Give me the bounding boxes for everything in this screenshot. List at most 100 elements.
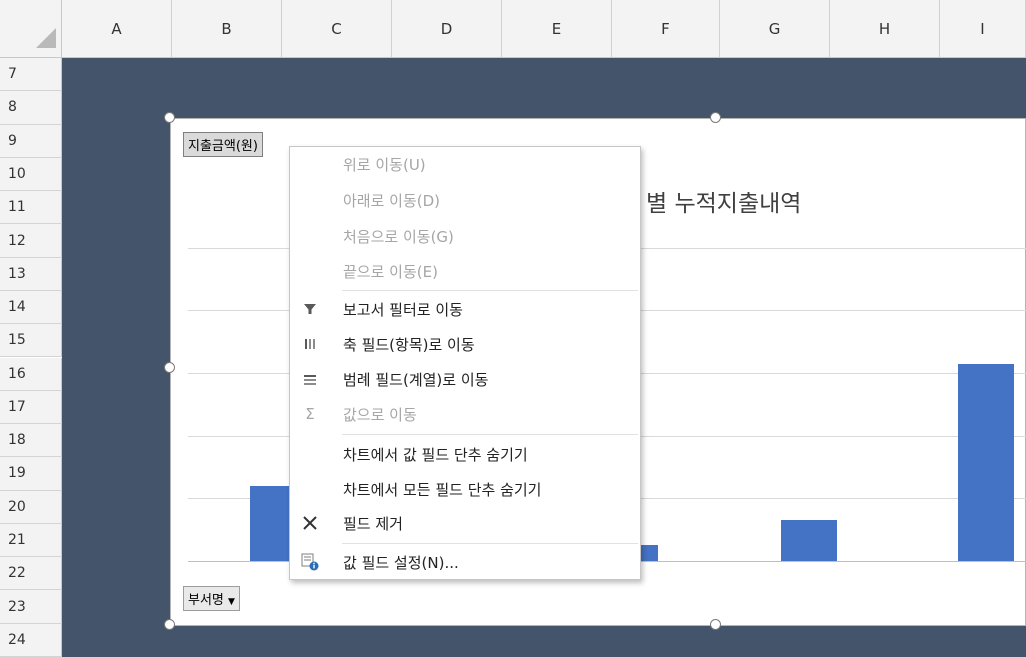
row-header-10[interactable]: 10	[0, 157, 62, 192]
menu-item-label: 위로 이동(U)	[343, 155, 426, 174]
chart-bar[interactable]	[958, 364, 1014, 561]
menu-separator	[342, 434, 638, 435]
row-header-label: 15	[8, 332, 26, 349]
column-header-a[interactable]: A	[62, 0, 172, 58]
menu-item-hide-value-field-buttons[interactable]: 차트에서 값 필드 단추 숨기기	[290, 437, 640, 471]
row-header-label: 23	[8, 598, 26, 615]
row-header-label: 10	[8, 165, 26, 182]
menu-item-hide-all-field-buttons[interactable]: 차트에서 모든 필드 단추 숨기기	[290, 472, 640, 506]
resize-handle-top-left[interactable]	[164, 112, 175, 123]
menu-item-label: 처음으로 이동(G)	[343, 227, 454, 246]
row-header-7[interactable]: 7	[0, 58, 62, 92]
menu-separator	[342, 290, 638, 291]
row-header-label: 18	[8, 432, 26, 449]
row-header-22[interactable]: 22	[0, 557, 62, 591]
menu-item-label: 차트에서 값 필드 단추 숨기기	[343, 445, 528, 464]
menu-item-label: 범례 필드(계열)로 이동	[343, 370, 489, 389]
chart-bar[interactable]	[250, 486, 290, 561]
chart-title[interactable]: 별 누적지출내역	[646, 184, 801, 218]
column-header-label: H	[878, 19, 891, 38]
column-header-label: A	[111, 19, 122, 38]
select-all-triangle-icon	[36, 28, 56, 48]
menu-item-label: 보고서 필터로 이동	[343, 300, 463, 319]
row-header-label: 9	[8, 132, 17, 149]
row-header-14[interactable]: 14	[0, 290, 62, 325]
menu-item-label: 필드 제거	[343, 514, 403, 533]
column-header-g[interactable]: G	[720, 0, 830, 58]
axis-field-label: 부서명	[188, 593, 224, 608]
axis-field-button[interactable]: 부서명 ▼	[183, 586, 240, 611]
row-header-13[interactable]: 13	[0, 257, 62, 291]
row-header-20[interactable]: 20	[0, 490, 62, 524]
axis-columns-icon	[300, 335, 320, 353]
column-header-label: G	[768, 19, 781, 38]
column-header-label: B	[221, 19, 232, 38]
row-header-8[interactable]: 8	[0, 91, 62, 125]
menu-item-label: 값으로 이동	[343, 405, 417, 424]
resize-handle-top-middle[interactable]	[710, 112, 721, 123]
menu-item-move-to-legend-fields[interactable]: 범례 필드(계열)로 이동	[290, 362, 640, 396]
row-header-12[interactable]: 12	[0, 224, 62, 258]
resize-handle-bottom-middle[interactable]	[710, 619, 721, 630]
row-header-label: 21	[8, 532, 26, 548]
column-header-e[interactable]: E	[502, 0, 612, 58]
row-header-label: 13	[8, 265, 26, 282]
sigma-icon: Σ	[305, 405, 315, 423]
row-header-label: 7	[8, 66, 17, 83]
resize-handle-bottom-left[interactable]	[164, 619, 175, 630]
menu-item-move-down[interactable]: 아래로 이동(D)	[290, 183, 640, 217]
row-header-label: 19	[8, 465, 26, 482]
row-header-label: 17	[8, 398, 26, 415]
row-header-label: 22	[8, 565, 26, 582]
menu-item-move-to-report-filter[interactable]: 보고서 필터로 이동	[290, 292, 640, 326]
row-header-label: 14	[8, 299, 26, 316]
column-header-label: I	[980, 19, 985, 38]
column-header-b[interactable]: B	[172, 0, 282, 58]
field-button-context-menu: 위로 이동(U) 아래로 이동(D) 처음으로 이동(G) 끝으로 이동(E) …	[289, 146, 641, 580]
value-field-button[interactable]: 지출금액(원)	[183, 132, 263, 157]
row-header-23[interactable]: 23	[0, 590, 62, 624]
menu-item-label: 축 필드(항목)로 이동	[343, 335, 475, 354]
menu-item-label: 값 필드 설정(N)...	[343, 553, 459, 572]
row-header-24[interactable]: 24	[0, 623, 62, 657]
row-header-17[interactable]: 17	[0, 390, 62, 425]
dropdown-arrow-icon: ▼	[228, 597, 235, 607]
menu-separator	[342, 543, 638, 544]
legend-rows-icon	[300, 370, 320, 388]
menu-item-move-to-end[interactable]: 끝으로 이동(E)	[290, 254, 640, 288]
column-header-label: C	[331, 19, 342, 38]
row-header-label: 8	[8, 99, 17, 116]
menu-item-remove-field[interactable]: 필드 제거	[290, 506, 640, 540]
column-header-label: D	[440, 19, 453, 38]
menu-item-move-to-values[interactable]: Σ 값으로 이동	[290, 397, 640, 431]
menu-item-value-field-settings[interactable]: 값 필드 설정(N)...	[290, 545, 640, 579]
column-header-label: E	[551, 19, 562, 38]
row-header-label: 11	[8, 199, 26, 216]
column-header-c[interactable]: C	[282, 0, 392, 58]
filter-icon	[300, 300, 320, 318]
menu-item-move-to-beginning[interactable]: 처음으로 이동(G)	[290, 219, 640, 253]
column-header-h[interactable]: H	[830, 0, 940, 58]
column-header-f[interactable]: F	[612, 0, 720, 58]
row-header-16[interactable]: 16	[0, 357, 62, 391]
column-header-label: F	[661, 19, 670, 38]
row-header-9[interactable]: 9	[0, 124, 62, 158]
resize-handle-middle-left[interactable]	[164, 362, 175, 373]
row-header-11[interactable]: 11	[0, 191, 62, 225]
row-header-label: 16	[8, 365, 26, 382]
menu-item-move-to-axis-fields[interactable]: 축 필드(항목)로 이동	[290, 327, 640, 361]
row-header-19[interactable]: 19	[0, 457, 62, 491]
column-header-d[interactable]: D	[392, 0, 502, 58]
row-header-label: 24	[8, 631, 26, 648]
row-header-15[interactable]: 15	[0, 324, 62, 358]
row-header-18[interactable]: 18	[0, 424, 62, 458]
menu-item-label: 아래로 이동(D)	[343, 191, 441, 210]
field-settings-icon	[300, 553, 320, 571]
row-header-label: 12	[8, 232, 26, 249]
column-header-i[interactable]: I	[940, 0, 1026, 58]
row-header-21[interactable]: 21	[0, 523, 62, 558]
chart-bar[interactable]	[781, 520, 837, 561]
row-header-label: 20	[8, 498, 26, 515]
menu-item-move-up[interactable]: 위로 이동(U)	[290, 147, 640, 181]
remove-x-icon	[300, 514, 320, 532]
